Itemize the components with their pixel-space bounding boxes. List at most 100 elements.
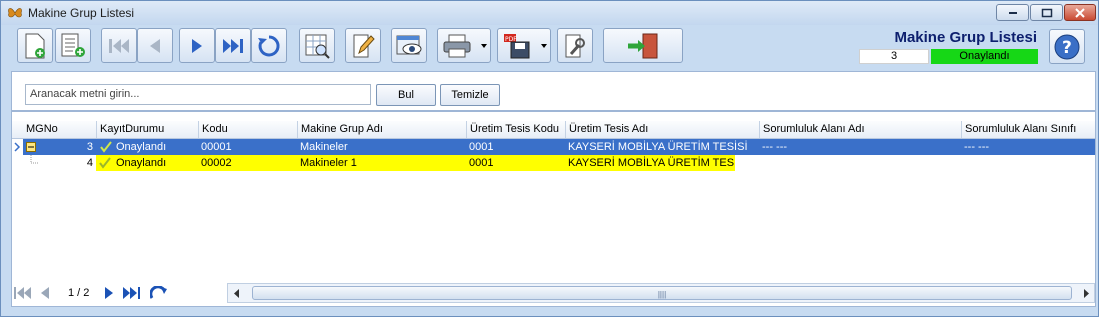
butterfly-icon (8, 8, 22, 18)
new-button[interactable] (17, 28, 53, 63)
row-indicator (12, 139, 23, 155)
title-bar: Makine Grup Listesi (1, 1, 1098, 25)
check-icon (99, 157, 111, 169)
pager-refresh-button[interactable] (149, 283, 169, 303)
help-icon: ? (1054, 34, 1080, 59)
cell-sorumluluk-alani-adi: --- --- (762, 141, 788, 153)
pager-first-button[interactable] (13, 283, 33, 303)
refresh-button[interactable] (251, 28, 287, 63)
edit-button[interactable] (345, 28, 381, 63)
exit-door-icon (628, 33, 658, 58)
column-header-sorumluluk-alani-adi[interactable]: Sorumluluk Alanı Adı (759, 121, 961, 138)
status-badge: Onaylandı (931, 49, 1038, 64)
collapse-icon[interactable] (26, 142, 36, 152)
main-window: Makine Grup Listesi PDF Makine Grup List… (0, 0, 1099, 317)
refresh-icon (150, 286, 167, 299)
cell-uretim-tesis-adi: KAYSERİ MOBİLYA ÜRETİM TESİSİ (568, 141, 748, 153)
pdf-save-icon: PDF (504, 33, 530, 58)
next-page-icon (105, 287, 113, 299)
add-list-icon (61, 33, 85, 57)
preview-button[interactable] (299, 28, 335, 63)
column-header-makine-grup-adi[interactable]: Makine Grup Adı (297, 121, 466, 138)
cell-kayitdurumu: Onaylandı (113, 155, 198, 171)
grip-icon: |||| (657, 290, 667, 299)
find-button[interactable]: Bul (376, 84, 436, 106)
printer-icon (443, 34, 471, 57)
column-header-sorumluluk-alani-sinifi[interactable]: Sorumluluk Alanı Sınıfı (961, 121, 1095, 138)
cell-sorumluluk-alani-sinifi: --- --- (964, 141, 990, 153)
tools-icon (565, 34, 585, 57)
record-count: 3 (859, 49, 929, 64)
cell-uretim-tesis-kodu: 0001 (466, 155, 565, 171)
previous-icon (150, 38, 160, 53)
export-button[interactable]: PDF (497, 28, 551, 63)
search-panel: Aranacak metni girin... Bul Temizle (11, 71, 1096, 111)
cell-kodu: 00001 (201, 141, 232, 153)
scroll-left-icon[interactable] (234, 289, 240, 298)
cell-uretim-tesis-kodu: 0001 (469, 141, 494, 153)
data-grid: MGNo KayıtDurumu Kodu Makine Grup Adı Ür… (11, 111, 1096, 307)
first-icon (109, 38, 129, 53)
dropdown-arrow-icon (541, 44, 547, 48)
cell-mgno: 3 (86, 141, 93, 153)
search-input[interactable]: Aranacak metni girin... (25, 84, 371, 105)
table-row[interactable]: 4 Onaylandı 00002 Makineler 1 0001 KAYSE… (12, 155, 1095, 171)
new-document-icon (25, 33, 45, 58)
maximize-icon (1041, 8, 1052, 17)
horizontal-scrollbar[interactable]: |||| (227, 283, 1095, 303)
minimize-button[interactable] (996, 4, 1029, 21)
last-icon (223, 38, 243, 53)
cell-uretim-tesis-adi: KAYSERİ MOBİLYA ÜRETİM TESİSİ (565, 155, 735, 171)
exit-button[interactable] (603, 28, 683, 63)
help-button[interactable]: ? (1049, 29, 1085, 64)
cell-makine-grup-adi: Makineler (300, 141, 348, 153)
pager-last-button[interactable] (122, 283, 142, 303)
dropdown-arrow-icon (481, 44, 487, 48)
cell-sorumluluk-alani-sinifi (961, 155, 1095, 171)
settings-button[interactable] (557, 28, 593, 63)
close-button[interactable] (1064, 4, 1096, 21)
check-icon (100, 141, 112, 153)
close-icon (1075, 7, 1085, 18)
column-header-uretim-tesis-adi[interactable]: Üretim Tesis Adı (565, 121, 759, 138)
column-header-mgno[interactable]: MGNo (23, 121, 96, 138)
next-record-button[interactable] (179, 28, 215, 63)
pager-text: 1 / 2 (68, 287, 90, 299)
cell-mgno: 4 (86, 157, 93, 169)
next-icon (192, 38, 202, 53)
previous-page-icon (41, 287, 49, 299)
table-preview-icon (305, 34, 330, 59)
pager-previous-button[interactable] (35, 283, 55, 303)
scroll-thumb[interactable]: |||| (252, 286, 1072, 300)
print-button[interactable] (437, 28, 491, 63)
previous-record-button[interactable] (137, 28, 173, 63)
minimize-icon (1008, 11, 1017, 14)
cell-makine-grup-adi: Makineler 1 (297, 155, 466, 171)
pager-next-button[interactable] (99, 283, 119, 303)
grid-header: MGNo KayıtDurumu Kodu Makine Grup Adı Ür… (12, 121, 1095, 139)
view-button[interactable] (391, 28, 427, 63)
svg-text:?: ? (1062, 38, 1072, 58)
chevron-right-icon (14, 142, 21, 152)
column-header-kayitdurumu[interactable]: KayıtDurumu (96, 121, 198, 138)
refresh-icon (258, 34, 280, 56)
eye-icon (396, 35, 422, 54)
edit-icon (353, 34, 375, 57)
last-record-button[interactable] (215, 28, 251, 63)
column-header-kodu[interactable]: Kodu (198, 121, 297, 138)
grid-footer: 1 / 2 |||| (11, 281, 1096, 305)
cell-kayitdurumu: Onaylandı (116, 141, 167, 153)
cell-sorumluluk-alani-adi (759, 155, 961, 171)
maximize-button[interactable] (1030, 4, 1063, 21)
first-record-button[interactable] (101, 28, 137, 63)
header-title: Makine Grup Listesi (894, 29, 1037, 46)
cell-kodu: 00002 (198, 155, 297, 171)
add-row-button[interactable] (55, 28, 91, 63)
first-page-icon (14, 287, 31, 299)
window-title: Makine Grup Listesi (28, 6, 135, 20)
column-header-uretim-tesis-kodu[interactable]: Üretim Tesis Kodu (466, 121, 565, 138)
scroll-right-icon[interactable] (1083, 289, 1089, 298)
table-row[interactable]: 3 Onaylandı 00001 Makineler 0001 KAYSERİ… (12, 139, 1095, 155)
clear-button[interactable]: Temizle (440, 84, 500, 106)
cell-check-bg (96, 155, 113, 171)
